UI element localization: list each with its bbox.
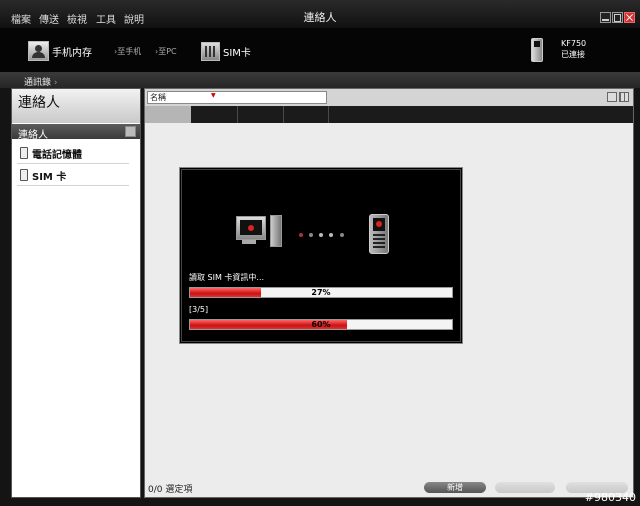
phone-keypad bbox=[373, 234, 385, 250]
divider bbox=[17, 163, 129, 164]
logo-icon bbox=[376, 221, 382, 227]
logo-icon bbox=[248, 225, 254, 231]
progress-bar-1: 27% bbox=[189, 287, 453, 298]
progress-dialog: 讀取 SIM 卡資訊中... 27% [3/5] 60% bbox=[179, 167, 463, 344]
to-pc-label: 至PC bbox=[158, 47, 177, 56]
sidebar-header: 連絡人 bbox=[12, 89, 140, 123]
sidebar-item-sim[interactable]: SIM 卡 bbox=[12, 165, 140, 185]
close-button[interactable] bbox=[624, 12, 635, 23]
selection-status: 0/0 選定項 bbox=[148, 485, 193, 495]
sidebar-item-label: SIM 卡 bbox=[32, 172, 67, 183]
maximize-button[interactable] bbox=[612, 12, 623, 23]
transfer-dot bbox=[340, 233, 344, 237]
sort-select-value: 名稱 bbox=[150, 93, 166, 102]
device-model: KF750 bbox=[561, 39, 587, 48]
dialog-frame bbox=[181, 169, 461, 342]
dropdown-arrow-icon: ▼ bbox=[211, 92, 216, 99]
column-divider bbox=[283, 106, 284, 123]
breadcrumb-bar bbox=[0, 72, 640, 88]
column-divider bbox=[328, 106, 329, 123]
to-phone-label: 至手机 bbox=[117, 47, 142, 56]
divider bbox=[17, 185, 129, 186]
column-header bbox=[145, 106, 633, 123]
sort-select[interactable]: 名稱 ▼ bbox=[147, 91, 327, 104]
watermark: #980340 bbox=[584, 491, 636, 504]
minimize-button[interactable] bbox=[600, 12, 611, 23]
sidebar: 連絡人 連絡人 電話記憶體 SIM 卡 bbox=[11, 88, 141, 498]
sidebar-title: 連絡人 bbox=[18, 95, 60, 111]
progress-bar-2-label: 60% bbox=[311, 320, 331, 329]
phone-icon bbox=[20, 147, 28, 159]
progress-bar-2: 60% bbox=[189, 319, 453, 330]
to-pc-button[interactable]: ›至PC bbox=[155, 46, 177, 57]
transfer-dot bbox=[299, 233, 303, 237]
new-button[interactable]: 新增 bbox=[424, 482, 486, 493]
toolbar bbox=[0, 28, 640, 72]
computer-icon bbox=[236, 216, 266, 240]
device-phone-icon bbox=[531, 38, 543, 62]
collapse-icon[interactable] bbox=[125, 126, 136, 137]
sidebar-section[interactable]: 連絡人 bbox=[12, 124, 140, 141]
edit-button[interactable] bbox=[495, 482, 555, 493]
list-view-icon[interactable] bbox=[607, 92, 617, 102]
computer-tower-icon bbox=[270, 215, 282, 247]
progress-bar-1-label: 27% bbox=[311, 288, 331, 297]
sim-card-icon[interactable] bbox=[201, 42, 220, 61]
column-header-first[interactable] bbox=[145, 106, 191, 123]
breadcrumb-chevron-icon: › bbox=[53, 78, 58, 88]
sim-icon bbox=[20, 169, 28, 181]
window-title: 連絡人 bbox=[303, 11, 337, 24]
filter-bar: 名稱 ▼ bbox=[145, 89, 633, 106]
sidebar-section-label: 連絡人 bbox=[18, 130, 48, 141]
device-status: 已連接 bbox=[561, 50, 585, 59]
sidebar-item-phone-memory[interactable]: 電話記憶體 bbox=[12, 143, 140, 163]
sim-card-button[interactable]: SIM卡 bbox=[223, 44, 251, 59]
phone-screen bbox=[373, 218, 385, 231]
phone-memory-button[interactable]: 手机内存 bbox=[52, 44, 92, 59]
transfer-dot bbox=[319, 233, 323, 237]
transfer-dot bbox=[329, 233, 333, 237]
to-phone-button[interactable]: ›至手机 bbox=[114, 46, 141, 57]
grid-view-icon[interactable] bbox=[619, 92, 629, 102]
sidebar-item-label: 電話記憶體 bbox=[32, 150, 82, 161]
progress-step: [3/5] bbox=[189, 305, 209, 314]
transfer-dot bbox=[309, 233, 313, 237]
computer-stand bbox=[242, 240, 256, 244]
mobile-phone-icon bbox=[369, 214, 389, 254]
breadcrumb[interactable]: 通訊錄 › bbox=[24, 75, 58, 88]
breadcrumb-item: 通訊錄 bbox=[24, 78, 52, 88]
progress-message: 讀取 SIM 卡資訊中... bbox=[189, 273, 265, 282]
column-divider bbox=[237, 106, 238, 123]
computer-screen bbox=[240, 220, 262, 235]
phone-memory-icon[interactable] bbox=[28, 41, 49, 61]
